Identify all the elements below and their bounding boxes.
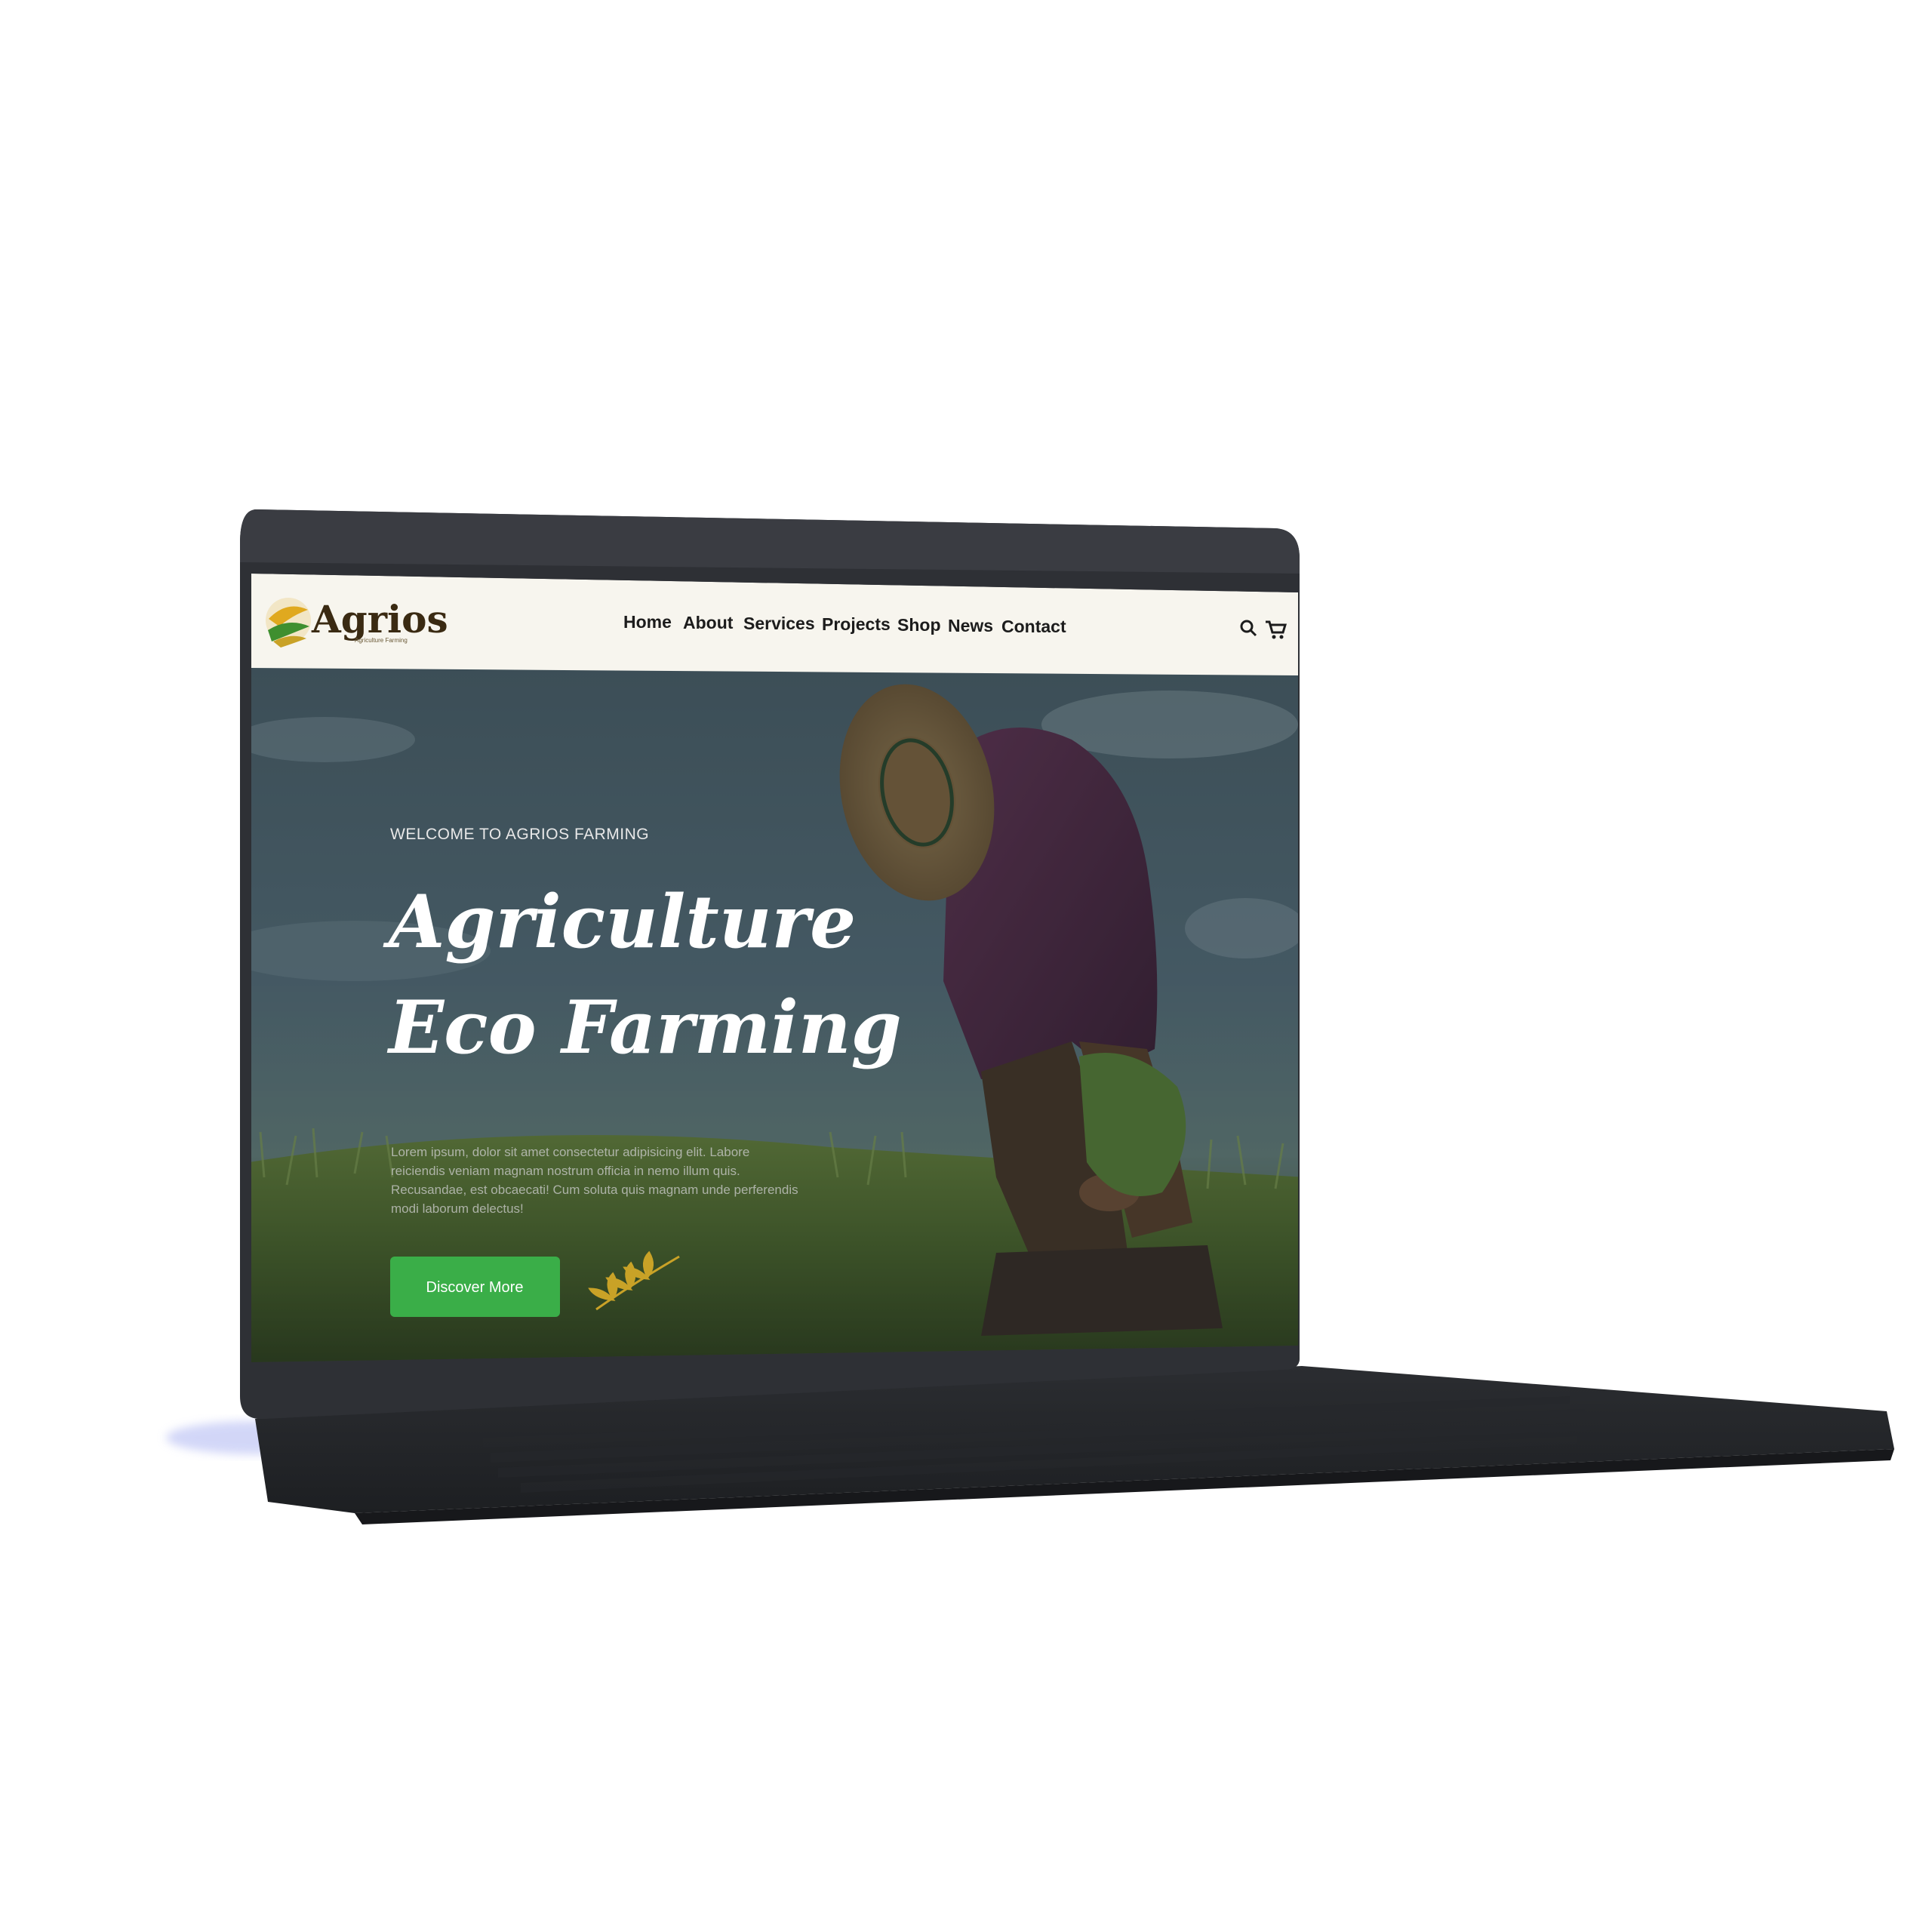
nav-home[interactable]: Home (623, 612, 672, 632)
logo[interactable]: Agrios Agriculture Farming (266, 597, 448, 648)
nav-services[interactable]: Services (743, 614, 815, 633)
nav-contact[interactable]: Contact (1001, 617, 1066, 636)
bezel-top-highlight (240, 509, 1300, 574)
hero-tagline: WELCOME TO AGRIOS FARMING (390, 826, 649, 843)
screen: Agrios Agriculture Farming Home About Se… (251, 574, 1298, 1362)
nav-about[interactable]: About (683, 613, 734, 632)
nav-projects[interactable]: Projects (822, 614, 891, 634)
hero-title-line2: Eco Farming (386, 985, 902, 1070)
nav-shop[interactable]: Shop (897, 615, 941, 635)
brand-name: Agrios (311, 597, 448, 641)
hero-body-line: reiciendis veniam magnam nostrum officia… (391, 1164, 740, 1178)
brand-subtitle: Agriculture Farming (355, 637, 408, 644)
hero-body-line: Lorem ipsum, dolor sit amet consectetur … (391, 1145, 749, 1159)
laptop-mockup: Agrios Agriculture Farming Home About Se… (166, 509, 1894, 1524)
hero-body-line: Recusandae, est obcaecati! Cum soluta qu… (391, 1183, 798, 1197)
nav-news[interactable]: News (948, 616, 993, 635)
discover-more-label: Discover More (426, 1279, 524, 1296)
discover-more-button[interactable]: Discover More (390, 1257, 560, 1317)
laptop-mockup-scene: Agrios Agriculture Farming Home About Se… (0, 0, 1932, 1932)
hero-body-line: modi laborum delectus! (391, 1201, 524, 1216)
hero-title-line1: Agriculture (383, 879, 856, 964)
